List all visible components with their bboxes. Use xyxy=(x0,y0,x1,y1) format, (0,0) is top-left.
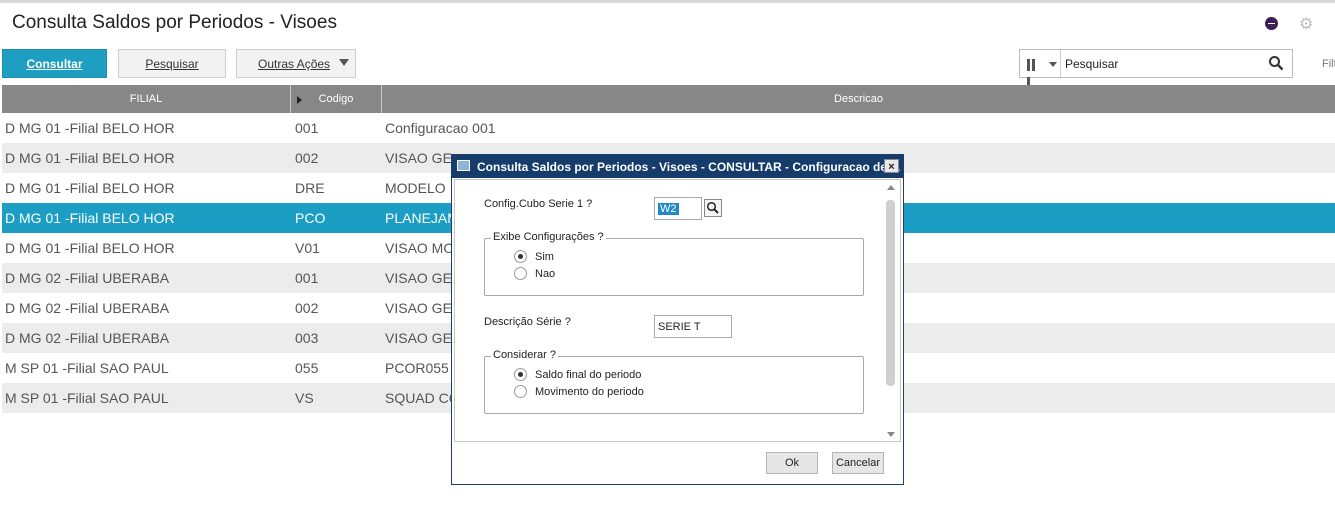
descricao-serie-value: SERIE T xyxy=(658,321,701,333)
cell-filial: D MG 01 -Filial BELO HOR xyxy=(5,150,175,166)
cell-descricao: VISAO GE xyxy=(385,150,452,166)
cell-codigo: 002 xyxy=(295,300,319,316)
config-cubo-value: W2 xyxy=(658,203,679,215)
parameters-dialog: Consulta Saldos por Periodos - Visoes - … xyxy=(451,154,904,485)
lookup-button[interactable] xyxy=(704,199,722,217)
cell-filial: D MG 01 -Filial BELO HOR xyxy=(5,180,175,196)
chevron-down-icon xyxy=(1049,62,1057,67)
descricao-serie-input[interactable]: SERIE T xyxy=(654,315,732,338)
radio-nao-label: Nao xyxy=(535,268,556,280)
columns-icon xyxy=(1027,58,1041,89)
gear-icon[interactable]: ⚙ xyxy=(1299,14,1313,34)
search-icon xyxy=(706,201,719,214)
cell-descricao: VISAO GE xyxy=(385,270,452,286)
cell-codigo: 055 xyxy=(295,360,319,376)
descricao-serie-label: Descrição Série ? xyxy=(484,316,571,328)
radio-nao[interactable] xyxy=(514,267,527,280)
scroll-up-icon[interactable] xyxy=(887,185,895,190)
search-box: Pesquisar xyxy=(1019,49,1293,89)
cell-codigo: 003 xyxy=(295,330,319,346)
cell-descricao: VISAO GE xyxy=(385,300,452,316)
cell-codigo: VS xyxy=(295,390,314,406)
dialog-scrollbar[interactable] xyxy=(886,182,896,440)
pesquisar-button[interactable]: Pesquisar xyxy=(118,49,226,78)
cell-filial: D MG 02 -Filial UBERABA xyxy=(5,300,170,316)
radio-sim-label: Sim xyxy=(535,251,554,263)
cell-descricao: MODELO xyxy=(385,180,446,196)
columns-selector[interactable] xyxy=(1020,50,1061,89)
cell-codigo: V01 xyxy=(295,240,320,256)
cell-descricao: SQUAD CO xyxy=(385,390,460,406)
cell-codigo: 001 xyxy=(295,270,319,286)
column-header-filial[interactable]: FILIAL xyxy=(2,85,291,113)
page-title: Consulta Saldos por Periodos - Visoes xyxy=(12,12,337,33)
config-cubo-input[interactable]: W2 xyxy=(654,197,702,220)
cell-filial: D MG 01 -Filial BELO HOR xyxy=(5,120,175,136)
dialog-title: Consulta Saldos por Periodos - Visoes - … xyxy=(477,160,901,174)
cell-descricao: Configuracao 001 xyxy=(385,120,496,136)
radio-saldo-final-label: Saldo final do periodo xyxy=(535,369,642,381)
table-row[interactable]: D MG 01 -Filial BELO HOR 001 Configuraca… xyxy=(2,113,1335,143)
column-header-descricao[interactable]: Descricao xyxy=(382,85,1335,113)
radio-movimento-label: Movimento do periodo xyxy=(535,386,644,398)
cell-filial: D MG 02 -Filial UBERABA xyxy=(5,330,170,346)
exibe-configuracoes-title: Exibe Configurações ? xyxy=(491,231,606,243)
sort-indicator-icon xyxy=(297,96,302,104)
cell-codigo: 001 xyxy=(295,120,319,136)
column-header-codigo[interactable]: Codigo xyxy=(291,85,382,113)
dialog-titlebar[interactable]: Consulta Saldos por Periodos - Visoes - … xyxy=(452,155,903,178)
ok-button[interactable]: Ok xyxy=(766,452,818,474)
search-input[interactable]: Pesquisar xyxy=(1065,57,1118,71)
user-status-icon[interactable] xyxy=(1265,17,1278,30)
cell-descricao: PLANEJAM xyxy=(385,210,459,226)
scroll-down-icon[interactable] xyxy=(887,432,895,437)
cell-filial: D MG 01 -Filial BELO HOR xyxy=(5,210,175,226)
cell-descricao: VISAO GE xyxy=(385,330,452,346)
consultar-button[interactable]: Consultar xyxy=(2,49,107,78)
cell-filial: M SP 01 -Filial SAO PAUL xyxy=(5,360,169,376)
cell-codigo: 002 xyxy=(295,150,319,166)
considerar-title: Considerar ? xyxy=(491,349,558,361)
chevron-down-icon xyxy=(339,59,349,66)
top-border xyxy=(0,0,1335,3)
cell-codigo: DRE xyxy=(295,180,325,196)
exibe-configuracoes-group: Exibe Configurações ? xyxy=(484,231,864,296)
window-icon xyxy=(457,160,470,171)
radio-sim[interactable] xyxy=(514,250,527,263)
cell-codigo: PCO xyxy=(295,210,326,226)
cell-descricao: VISAO MO xyxy=(385,240,455,256)
outras-acoes-label: Outras Ações xyxy=(258,56,331,71)
radio-saldo-final[interactable] xyxy=(514,368,527,381)
cell-descricao: PCOR055 xyxy=(385,360,449,376)
column-header-codigo-label: Codigo xyxy=(318,93,354,105)
scroll-thumb[interactable] xyxy=(886,200,895,386)
grid-header: FILIAL Codigo Descricao xyxy=(2,85,1335,113)
close-button[interactable]: × xyxy=(884,159,899,173)
radio-movimento[interactable] xyxy=(514,385,527,398)
considerar-group: Considerar ? xyxy=(484,349,864,414)
cell-filial: M SP 01 -Filial SAO PAUL xyxy=(5,390,169,406)
outras-acoes-button[interactable]: Outras Ações xyxy=(236,49,356,78)
search-icon[interactable] xyxy=(1268,55,1284,71)
config-cubo-label: Config.Cubo Serie 1 ? xyxy=(484,198,593,210)
cancel-button[interactable]: Cancelar xyxy=(832,452,884,474)
filter-link[interactable]: Filt xyxy=(1322,58,1335,70)
cell-filial: D MG 02 -Filial UBERABA xyxy=(5,270,170,286)
cell-filial: D MG 01 -Filial BELO HOR xyxy=(5,240,175,256)
